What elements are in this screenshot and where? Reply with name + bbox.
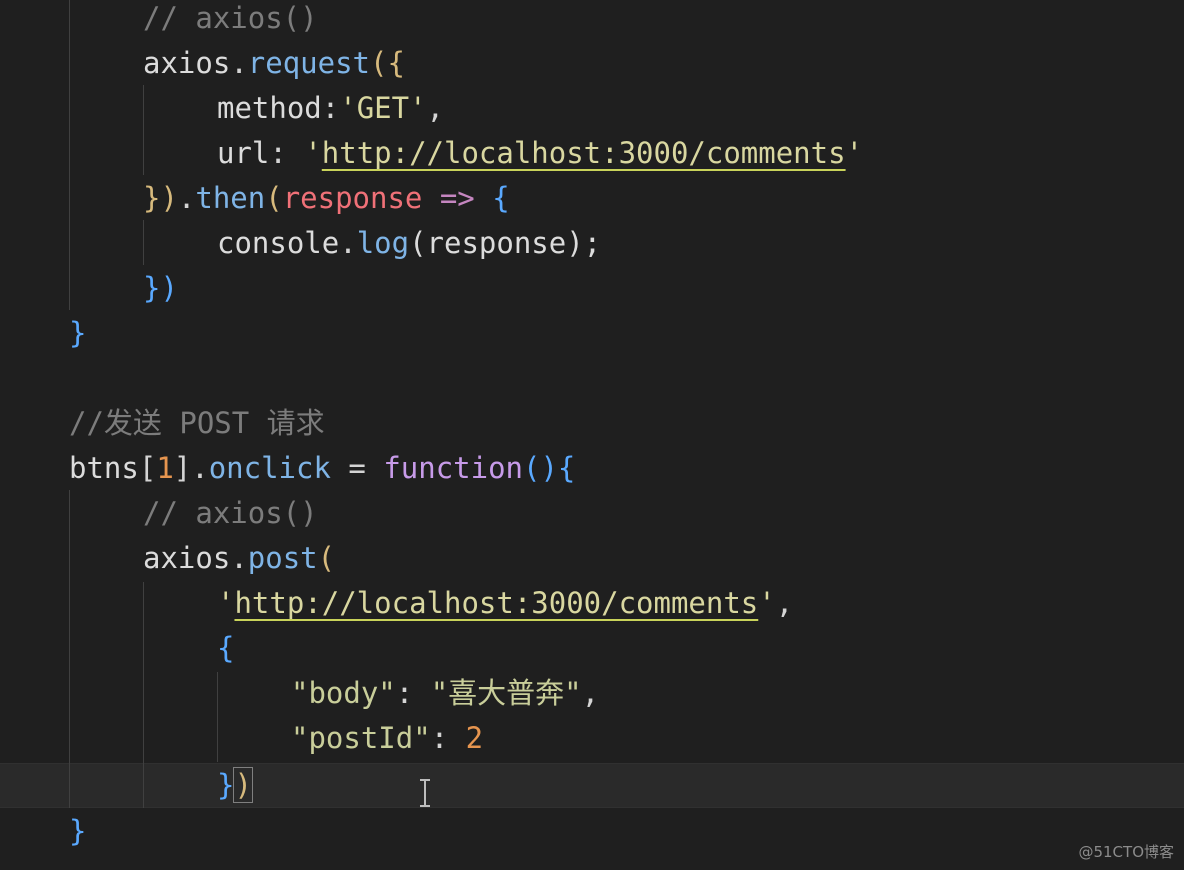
code-line[interactable]: axios.request({ xyxy=(0,41,1184,86)
number-value: 2 xyxy=(465,721,484,755)
function-keyword: function xyxy=(383,451,524,485)
identifier: btns xyxy=(69,451,139,485)
comment: // axios() xyxy=(143,1,318,35)
code-line[interactable]: 'http://localhost:3000/comments', xyxy=(0,581,1184,626)
code-line[interactable]: { xyxy=(0,626,1184,671)
quote: ' xyxy=(217,586,235,620)
url-link[interactable]: http://localhost:3000/comments xyxy=(322,136,846,170)
open-paren-brace: ({ xyxy=(370,46,405,80)
comma: , xyxy=(426,91,445,125)
parameter: response xyxy=(282,181,423,215)
code-line[interactable]: } xyxy=(0,809,1184,854)
code-line[interactable]: url: 'http://localhost:3000/comments' xyxy=(0,131,1184,176)
comma: , xyxy=(581,676,600,710)
close-brace-paren: }) xyxy=(143,271,178,305)
dot-operator: . xyxy=(177,181,196,215)
string-value: 'GET' xyxy=(339,91,427,125)
code-line[interactable]: }) xyxy=(0,266,1184,311)
identifier: axios xyxy=(143,46,231,80)
assign-operator: = xyxy=(330,451,384,485)
identifier: axios xyxy=(143,541,231,575)
close-paren-matched: ) xyxy=(233,767,253,803)
colon: : xyxy=(395,676,431,710)
code-line[interactable]: "postId": 2 xyxy=(0,716,1184,761)
code-line-current[interactable]: }) xyxy=(0,763,1184,808)
dot-operator: . xyxy=(191,451,209,485)
colon: : xyxy=(321,91,340,125)
method-name: post xyxy=(247,541,318,575)
url-link[interactable]: http://localhost:3000/comments xyxy=(234,586,758,620)
code-line[interactable]: // axios() xyxy=(0,491,1184,536)
colon: : xyxy=(269,136,305,170)
quote: ' xyxy=(304,136,322,170)
colon: : xyxy=(430,721,466,755)
close-brace: } xyxy=(217,768,235,802)
close-brace-paren: }) xyxy=(143,181,178,215)
index-open: [ xyxy=(138,451,157,485)
close-brace: } xyxy=(69,814,87,848)
code-line[interactable]: console.log(response); xyxy=(0,221,1184,266)
code-line[interactable]: method:'GET', xyxy=(0,86,1184,131)
code-line[interactable]: } xyxy=(0,311,1184,356)
property-name: onclick xyxy=(208,451,331,485)
open-paren: ( xyxy=(265,181,283,215)
code-line[interactable]: "body": "喜大普奔", xyxy=(0,671,1184,716)
open-brace: { xyxy=(217,631,235,665)
arguments: (response); xyxy=(409,226,602,260)
code-line[interactable]: //发送 POST 请求 xyxy=(0,401,1184,446)
comment: //发送 POST 请求 xyxy=(69,406,325,440)
code-line[interactable]: btns[1].onclick = function(){ xyxy=(0,446,1184,491)
watermark: @51CTO博客 xyxy=(1078,843,1174,861)
method-name: then xyxy=(195,181,266,215)
object-key: url xyxy=(217,136,270,170)
object-key: "body" xyxy=(291,676,396,710)
function-signature: (){ xyxy=(523,451,576,485)
index-number: 1 xyxy=(156,451,174,485)
index-close: ] xyxy=(173,451,192,485)
close-brace: } xyxy=(69,316,87,350)
comma: , xyxy=(775,586,794,620)
arrow-operator: => xyxy=(422,181,493,215)
code-line[interactable]: axios.post( xyxy=(0,536,1184,581)
dot-operator: . xyxy=(230,46,248,80)
code-editor[interactable]: // axios() axios.request({ method:'GET',… xyxy=(0,0,1184,870)
string-value: "喜大普奔" xyxy=(430,676,582,710)
open-paren: ( xyxy=(317,541,336,575)
object-key: method xyxy=(217,91,322,125)
quote: ' xyxy=(845,136,864,170)
code-line[interactable]: }).then(response => { xyxy=(0,176,1184,221)
text-cursor-icon xyxy=(420,779,430,807)
object-key: "postId" xyxy=(291,721,431,755)
quote: ' xyxy=(758,586,776,620)
dot-operator: . xyxy=(339,226,357,260)
open-brace: { xyxy=(492,181,510,215)
method-name: log xyxy=(356,226,410,260)
comment: // axios() xyxy=(143,496,318,530)
method-name: request xyxy=(247,46,370,80)
dot-operator: . xyxy=(230,541,248,575)
code-line[interactable]: // axios() xyxy=(0,0,1184,41)
identifier: console xyxy=(217,226,340,260)
